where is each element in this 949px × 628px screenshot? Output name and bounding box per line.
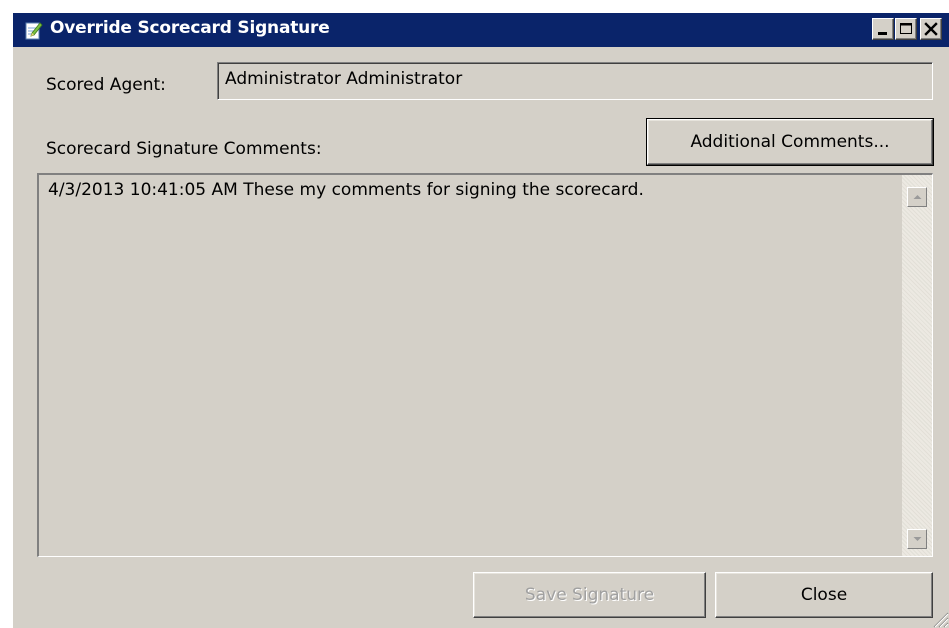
scroll-down-button[interactable] xyxy=(907,529,927,549)
signature-comments-textarea[interactable]: 4/3/2013 10:41:05 AM These my comments f… xyxy=(37,173,933,557)
minimize-button[interactable] xyxy=(872,18,894,40)
arrow-down-icon xyxy=(913,537,922,541)
maximize-icon xyxy=(900,23,912,34)
arrow-up-icon xyxy=(913,195,922,199)
comment-entry: 4/3/2013 10:41:05 AM These my comments f… xyxy=(48,180,644,200)
scored-agent-field[interactable]: Administrator Administrator xyxy=(217,62,933,100)
window-title: Override Scorecard Signature xyxy=(50,18,330,38)
vertical-scrollbar[interactable] xyxy=(902,175,932,556)
scroll-up-button[interactable] xyxy=(907,187,927,207)
minimize-icon xyxy=(878,32,887,35)
close-button[interactable]: Close xyxy=(715,572,933,618)
notepad-icon xyxy=(25,20,43,40)
resize-grip-icon[interactable] xyxy=(931,610,949,628)
additional-comments-button[interactable]: Additional Comments... xyxy=(646,118,934,166)
close-window-button[interactable] xyxy=(920,18,942,40)
save-signature-button[interactable]: Save Signature xyxy=(473,572,706,618)
signature-comments-label: Scorecard Signature Comments: xyxy=(46,139,322,159)
override-scorecard-signature-window: Override Scorecard Signature Scored Agen… xyxy=(12,12,949,628)
close-x-icon xyxy=(924,22,938,36)
scored-agent-label: Scored Agent: xyxy=(46,75,166,95)
title-bar[interactable]: Override Scorecard Signature xyxy=(13,13,949,47)
maximize-button[interactable] xyxy=(895,18,917,40)
